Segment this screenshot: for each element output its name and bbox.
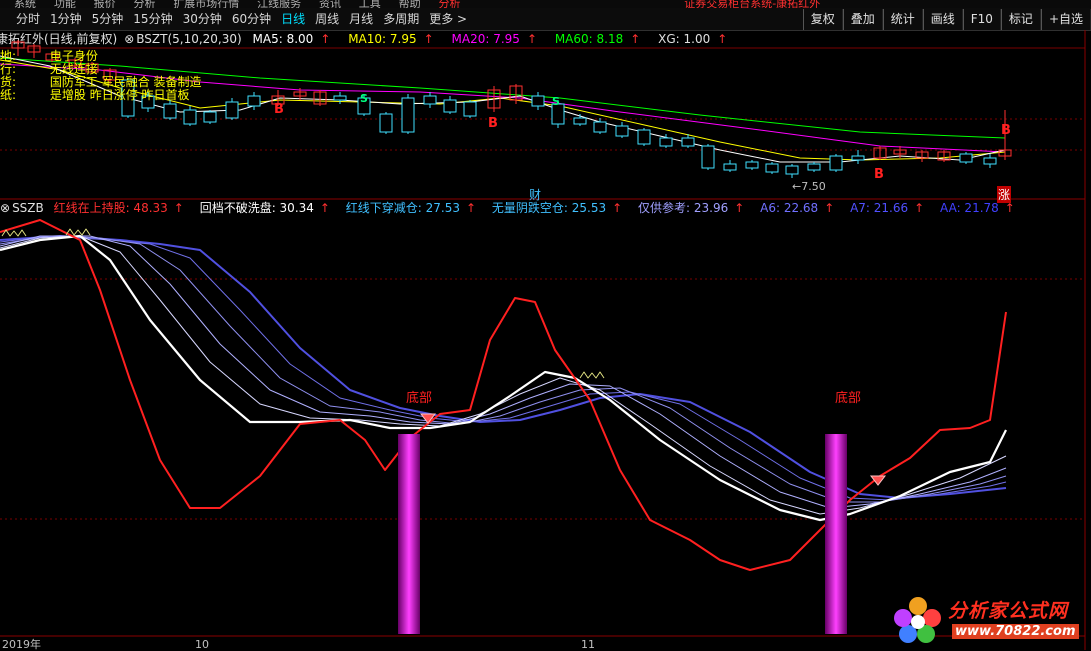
candle-body xyxy=(531,95,545,107)
candle-body xyxy=(829,155,843,171)
candle-body xyxy=(183,109,197,125)
candle-body xyxy=(379,113,393,133)
bottom-label: 底部 xyxy=(835,391,862,406)
candle-body xyxy=(593,121,607,133)
candle-body xyxy=(785,165,799,175)
band-line xyxy=(0,235,1007,509)
candle-body xyxy=(681,137,695,147)
flower-logo-icon xyxy=(894,597,941,643)
candle-body xyxy=(615,125,629,137)
buy-marker: B xyxy=(274,102,284,117)
finance-marker[interactable]: 财 xyxy=(529,186,541,203)
candle-body xyxy=(637,129,651,145)
candle-body xyxy=(659,137,673,147)
sell-marker: S xyxy=(360,92,368,105)
buy-marker: B xyxy=(874,167,884,182)
candle-body xyxy=(723,163,737,171)
bottom-label: 底部 xyxy=(406,391,433,406)
candle-body xyxy=(423,95,437,105)
band-line xyxy=(0,235,1007,503)
candle-body xyxy=(401,97,415,133)
candle-body xyxy=(765,163,779,173)
band-line xyxy=(0,235,1007,501)
sszb-indicator-chart xyxy=(0,219,1007,634)
limit-up-marker[interactable]: 涨 xyxy=(997,186,1012,203)
buy-marker: B xyxy=(488,116,498,131)
band-line xyxy=(0,235,1007,515)
candle-body xyxy=(463,101,477,117)
bottom-signal-bar xyxy=(825,434,847,634)
candle-body xyxy=(225,101,239,119)
candle-body xyxy=(573,117,587,125)
watermark-url: www.70822.com xyxy=(952,624,1079,639)
sell-marker: S xyxy=(552,95,560,108)
buy-marker: B xyxy=(1001,123,1011,138)
candle-body xyxy=(163,103,177,119)
peak-marker-icon xyxy=(1,229,27,237)
candle-body xyxy=(807,163,821,171)
candle-body xyxy=(443,99,457,113)
candle-body xyxy=(745,161,759,169)
candle-body xyxy=(247,95,261,107)
candle-body xyxy=(983,157,997,165)
band-line xyxy=(0,235,1007,499)
xaxis-label: 10 xyxy=(195,638,209,651)
candle-body xyxy=(701,145,715,169)
low-price-note: ←7.50 xyxy=(792,180,826,193)
xaxis-label: 2019年 xyxy=(2,638,41,651)
candle-body xyxy=(203,111,217,123)
watermark: 分析家公式网 www.70822.com xyxy=(890,592,1090,648)
candle-body xyxy=(851,155,865,161)
bottom-signal-bar xyxy=(398,434,420,634)
stock-notes: 地: 电子身份 行: 无线连接 货: 国防军工 军民融合 装备制造 纸: 是增股… xyxy=(0,49,202,102)
watermark-name: 分析家公式网 xyxy=(948,600,1069,622)
candle-body xyxy=(959,153,973,163)
xaxis-label: 11 xyxy=(581,638,595,651)
peak-marker-icon xyxy=(579,371,605,379)
candle-body xyxy=(333,95,347,101)
